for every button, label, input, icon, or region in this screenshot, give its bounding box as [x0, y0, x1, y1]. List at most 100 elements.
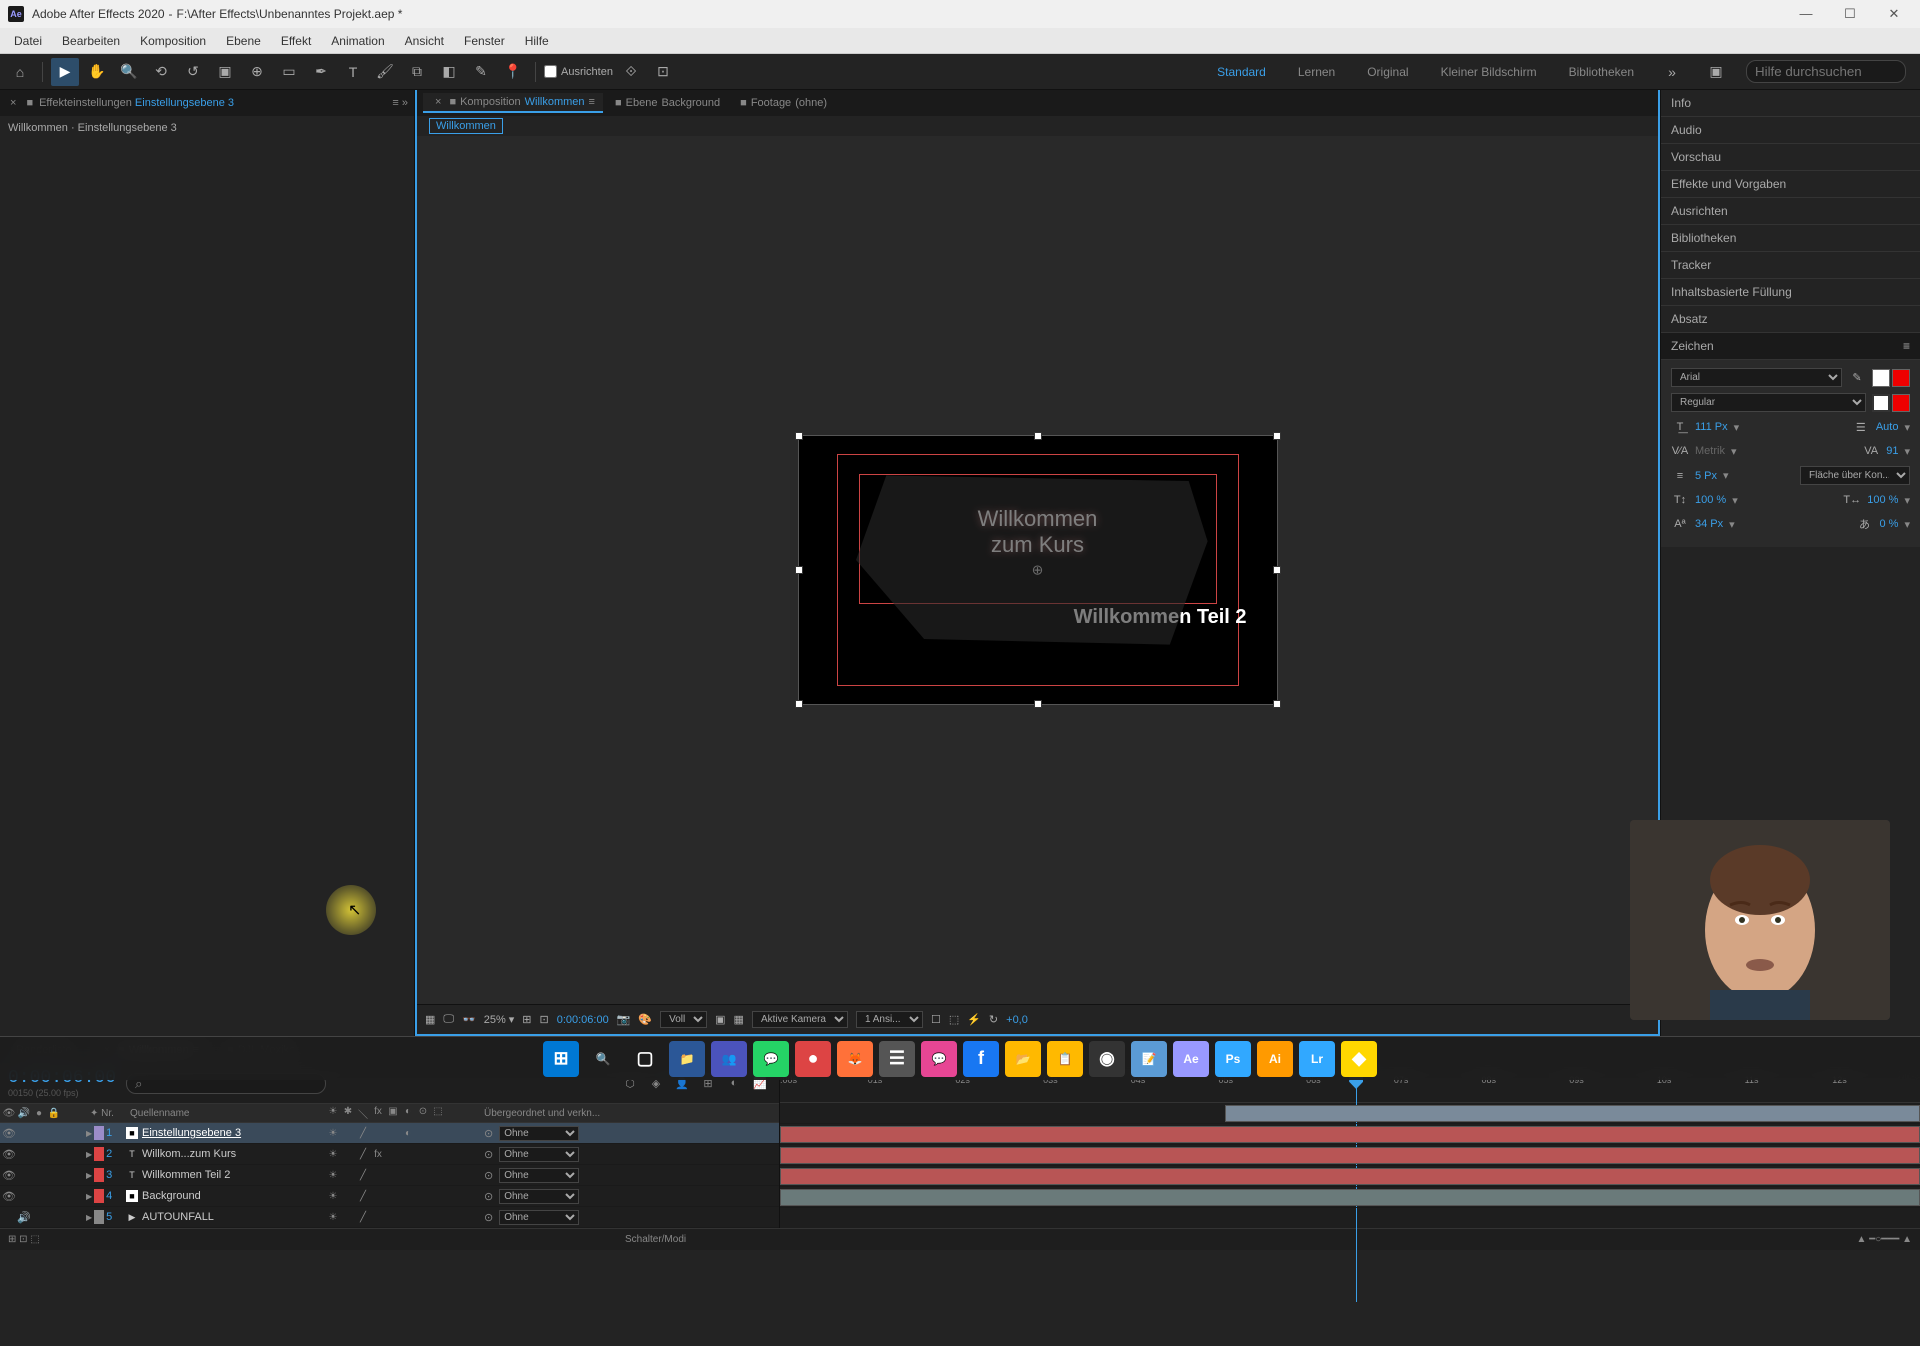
layer-row-2[interactable]: 👁▶2TWillkom...zum Kurs☀╱fx⊙Ohne — [0, 1144, 779, 1165]
taskbar-ps[interactable]: Ps — [1215, 1041, 1251, 1077]
roto-tool[interactable]: ✎ — [467, 58, 495, 86]
views-dropdown[interactable]: 1 Ansi... — [856, 1011, 923, 1028]
shape-tool[interactable]: ▭ — [275, 58, 303, 86]
panel-info[interactable]: Info — [1661, 90, 1920, 117]
taskbar-obs[interactable]: ◉ — [1089, 1041, 1125, 1077]
rotate-tool[interactable]: ↺ — [179, 58, 207, 86]
menu-bearbeiten[interactable]: Bearbeiten — [54, 32, 128, 50]
menu-komposition[interactable]: Komposition — [132, 32, 214, 50]
resolution-dropdown[interactable]: Voll — [660, 1011, 707, 1028]
layer-bar-5[interactable] — [780, 1189, 1920, 1206]
kerning[interactable]: Metrik — [1695, 445, 1725, 457]
taskbar-whatsapp[interactable]: 💬 — [753, 1041, 789, 1077]
menu-effekt[interactable]: Effekt — [273, 32, 319, 50]
time-display[interactable]: 0:00:06:00 — [557, 1014, 609, 1026]
taskbar-start[interactable]: ⊞ — [543, 1041, 579, 1077]
text-tool[interactable]: T — [339, 58, 367, 86]
orbit-tool[interactable]: ⟲ — [147, 58, 175, 86]
stroke-width[interactable]: 5 Px — [1695, 470, 1717, 482]
home-button[interactable]: ⌂ — [6, 58, 34, 86]
layer-row-3[interactable]: 👁▶3TWillkommen Teil 2☀╱⊙Ohne — [0, 1165, 779, 1186]
roi-toggle[interactable]: ▣ — [715, 1013, 725, 1026]
workspace-original[interactable]: Original — [1359, 61, 1416, 83]
font-family-dropdown[interactable]: Arial — [1671, 368, 1842, 387]
layer-bar-4[interactable] — [780, 1168, 1920, 1185]
layer-bar-1[interactable] — [1225, 1105, 1920, 1122]
transparency-toggle[interactable]: ▦ — [734, 1013, 744, 1026]
3d-toggle[interactable]: ☐ — [931, 1013, 941, 1026]
grid-toggle[interactable]: ⊡ — [540, 1013, 549, 1026]
menu-hilfe[interactable]: Hilfe — [517, 32, 557, 50]
exposure[interactable]: +0,0 — [1006, 1014, 1028, 1026]
hand-tool[interactable]: ✋ — [83, 58, 111, 86]
panel-menu[interactable]: ≡ » — [392, 97, 408, 109]
layer-row-4[interactable]: 👁▶4■Background☀╱⊙Ohne — [0, 1186, 779, 1207]
puppet-tool[interactable]: 📍 — [499, 58, 527, 86]
panel-audio[interactable]: Audio — [1661, 117, 1920, 144]
panel-tracker[interactable]: Tracker — [1661, 252, 1920, 279]
anchor-tool[interactable]: ⊕ — [243, 58, 271, 86]
panel-toggle[interactable]: ▣ — [1702, 58, 1730, 86]
pen-tool[interactable]: ✒ — [307, 58, 335, 86]
menu-datei[interactable]: Datei — [6, 32, 50, 50]
workspace-small[interactable]: Kleiner Bildschirm — [1433, 61, 1545, 83]
layer-bar-2[interactable] — [780, 1126, 1920, 1143]
tsume[interactable]: 0 % — [1880, 518, 1899, 530]
draft3d-toggle[interactable]: ⬚ — [949, 1013, 959, 1026]
mask-toggle[interactable]: 👓 — [462, 1013, 476, 1026]
comp-tab-2[interactable]: ■ Footage (ohne) — [732, 94, 835, 112]
eyedropper-icon[interactable]: ✎ — [1848, 369, 1866, 387]
alpha-toggle[interactable]: ▦ — [425, 1013, 435, 1026]
menu-ansicht[interactable]: Ansicht — [397, 32, 452, 50]
fill-color[interactable] — [1872, 369, 1890, 387]
taskbar-app2[interactable]: ☰ — [879, 1041, 915, 1077]
panel-menu-icon[interactable]: ≡ — [1903, 339, 1910, 353]
color-mgmt[interactable]: 🎨 — [638, 1013, 652, 1026]
panel-inhaltsbasierte-füllung[interactable]: Inhaltsbasierte Füllung — [1661, 279, 1920, 306]
minimize-button[interactable]: — — [1796, 6, 1816, 22]
eraser-tool[interactable]: ◧ — [435, 58, 463, 86]
zoom-tool[interactable]: 🔍 — [115, 58, 143, 86]
taskbar-explorer[interactable]: 📁 — [669, 1041, 705, 1077]
baseline-shift[interactable]: 34 Px — [1695, 518, 1723, 530]
close-button[interactable]: ✕ — [1884, 6, 1904, 22]
taskbar-lr[interactable]: Lr — [1299, 1041, 1335, 1077]
menu-ebene[interactable]: Ebene — [218, 32, 269, 50]
vscale[interactable]: 100 % — [1695, 494, 1726, 506]
channel-toggle[interactable]: 🖵 — [443, 1013, 454, 1026]
maximize-button[interactable]: ☐ — [1840, 6, 1860, 22]
font-size[interactable]: 111 Px — [1695, 421, 1728, 433]
panel-vorschau[interactable]: Vorschau — [1661, 144, 1920, 171]
menu-fenster[interactable]: Fenster — [456, 32, 513, 50]
panel-bibliotheken[interactable]: Bibliotheken — [1661, 225, 1920, 252]
layer-row-1[interactable]: 👁▶1■Einstellungsebene 3☀╱◐⊙Ohne — [0, 1123, 779, 1144]
panel-ausrichten[interactable]: Ausrichten — [1661, 198, 1920, 225]
stroke-color-2[interactable] — [1892, 394, 1910, 412]
stroke-color[interactable] — [1892, 369, 1910, 387]
workspace-more[interactable]: » — [1658, 58, 1686, 86]
taskbar-app4[interactable]: ◆ — [1341, 1041, 1377, 1077]
taskbar-files[interactable]: 📂 — [1005, 1041, 1041, 1077]
taskbar-notes[interactable]: 📝 — [1131, 1041, 1167, 1077]
font-style-dropdown[interactable]: Regular — [1671, 393, 1866, 412]
taskbar-search[interactable]: 🔍 — [585, 1041, 621, 1077]
taskbar-app1[interactable]: ● — [795, 1041, 831, 1077]
comp-tab-0[interactable]: × ■ Komposition Willkommen ≡ — [423, 93, 603, 113]
snapshot-button[interactable]: 📷 — [617, 1013, 631, 1026]
workspace-libs[interactable]: Bibliotheken — [1561, 61, 1642, 83]
zoom-slider[interactable]: ▲ ━○━━━ ▲ — [1857, 1234, 1912, 1245]
snap-tool[interactable]: ⟐ — [617, 58, 645, 86]
taskbar-ae[interactable]: Ae — [1173, 1041, 1209, 1077]
tracking[interactable]: 91 — [1886, 445, 1898, 457]
res-toggle[interactable]: ⊞ — [522, 1013, 531, 1026]
taskbar-facebook[interactable]: f — [963, 1041, 999, 1077]
comp-breadcrumb-link[interactable]: Willkommen — [429, 118, 503, 134]
align-checkbox[interactable]: Ausrichten — [544, 65, 613, 78]
taskbar-messenger[interactable]: 💬 — [921, 1041, 957, 1077]
taskbar-taskview[interactable]: ▢ — [627, 1041, 663, 1077]
layer-bar-3[interactable] — [780, 1147, 1920, 1164]
switches-modes-toggle[interactable]: Schalter/Modi — [625, 1234, 686, 1245]
taskbar-firefox[interactable]: 🦊 — [837, 1041, 873, 1077]
timeline-sync[interactable]: ↻ — [989, 1013, 998, 1026]
comp-tab-1[interactable]: ■ Ebene Background — [607, 94, 728, 112]
